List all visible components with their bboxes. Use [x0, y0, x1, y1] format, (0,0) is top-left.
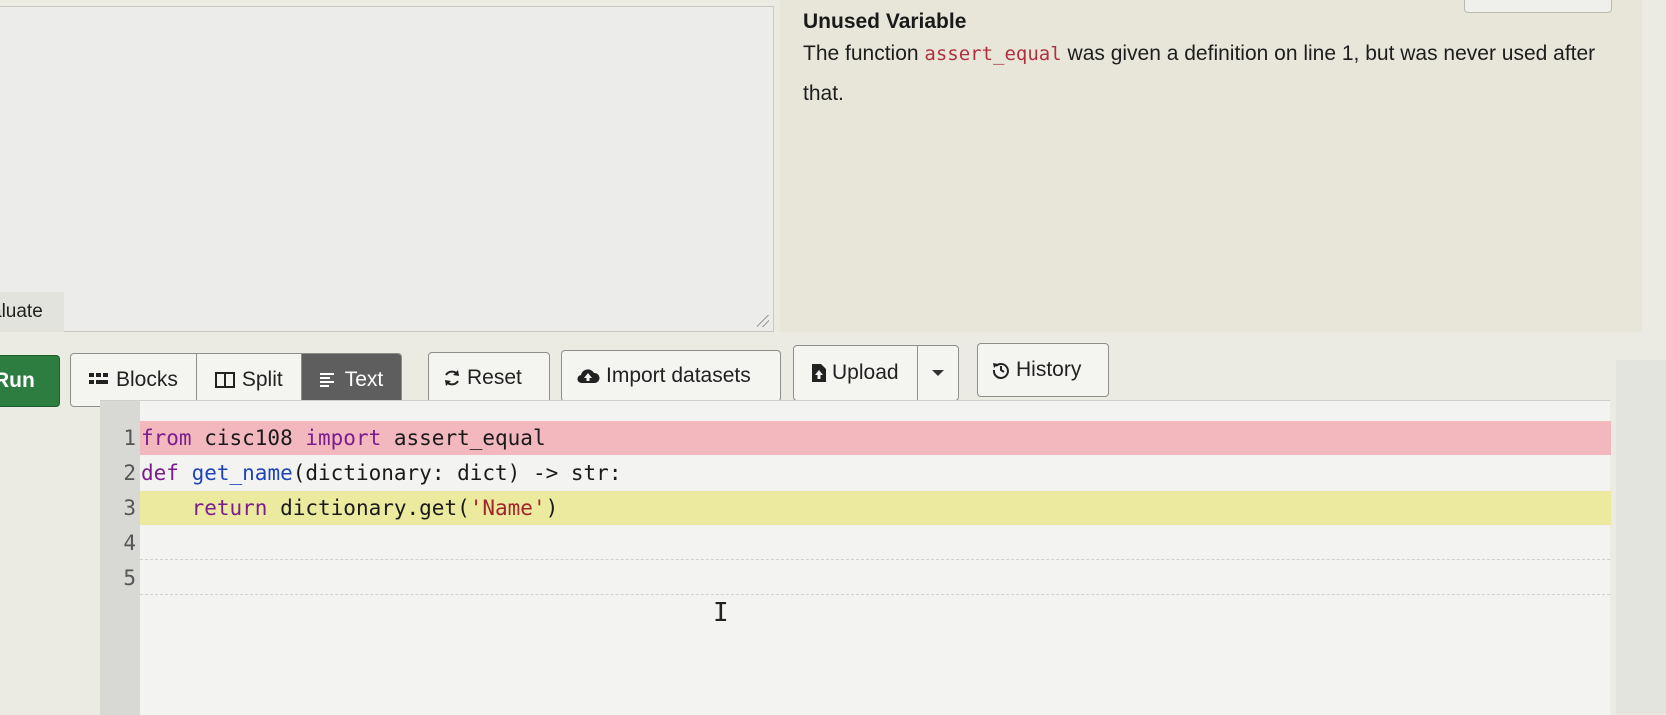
- blocks-mode-button[interactable]: Blocks: [71, 354, 197, 406]
- line-separator: [140, 594, 1610, 595]
- blocks-icon: [89, 372, 109, 388]
- line-code: return dictionary.get('Name'): [140, 491, 1611, 525]
- run-label: Run: [0, 369, 35, 392]
- history-button[interactable]: History: [977, 343, 1109, 397]
- feedback-message: The function assert_equal was given a de…: [803, 34, 1603, 114]
- feedback-top-button[interactable]: [1464, 0, 1612, 13]
- console-output[interactable]: [0, 6, 774, 332]
- feedback-title: Unused Variable: [803, 10, 967, 33]
- upload-button[interactable]: Upload: [794, 346, 917, 400]
- text-mode-button[interactable]: Text: [301, 354, 402, 406]
- line-separator: [140, 559, 1610, 560]
- text-label: Text: [344, 368, 384, 391]
- caret-down-icon: [931, 370, 944, 376]
- import-datasets-label: Import datasets: [606, 364, 751, 387]
- split-label: Split: [241, 368, 283, 391]
- view-mode-toggle: Blocks Split Text: [70, 353, 403, 407]
- code-editor[interactable]: 1 from cisc108 import assert_equal 2 def…: [100, 400, 1611, 715]
- line-number: 3: [123, 496, 136, 520]
- resize-handle[interactable]: [757, 315, 769, 327]
- line-number: 5: [123, 566, 136, 590]
- reset-button[interactable]: Reset: [428, 352, 550, 404]
- line-number: 1: [123, 426, 136, 450]
- evaluate-label: aluate: [0, 301, 43, 322]
- history-label: History: [1016, 358, 1082, 381]
- evaluate-button[interactable]: aluate: [0, 292, 64, 332]
- upload-dropdown-toggle[interactable]: [916, 346, 958, 400]
- cloud-upload-icon: [576, 367, 600, 385]
- feedback-message-before: The function: [803, 42, 925, 65]
- reset-icon: [443, 369, 461, 387]
- code-line[interactable]: 3 return dictionary.get('Name'): [100, 491, 1611, 525]
- feedback-panel: Unused Variable The function assert_equa…: [780, 0, 1642, 332]
- editor-scrollbar[interactable]: [1616, 360, 1666, 714]
- line-code: from cisc108 import assert_equal: [140, 421, 1611, 455]
- blocks-label: Blocks: [116, 368, 178, 391]
- run-button[interactable]: Run: [0, 355, 60, 407]
- split-mode-button[interactable]: Split: [197, 354, 302, 406]
- file-upload-icon: [812, 364, 826, 382]
- text-cursor-icon: I: [713, 598, 729, 628]
- code-line[interactable]: 2 def get_name(dictionary: dict) -> str:: [100, 456, 1610, 490]
- code-line[interactable]: 4: [100, 526, 1610, 560]
- code-line[interactable]: 1 from cisc108 import assert_equal: [100, 421, 1611, 455]
- code-line[interactable]: 5: [100, 561, 1610, 595]
- reset-label: Reset: [467, 366, 522, 389]
- line-number: 2: [123, 461, 136, 485]
- upload-button-group: Upload: [793, 345, 959, 401]
- line-code: def get_name(dictionary: dict) -> str:: [141, 461, 622, 485]
- split-icon: [214, 372, 235, 388]
- line-number: 4: [123, 531, 136, 555]
- text-icon: [319, 372, 338, 388]
- history-icon: [992, 361, 1010, 379]
- upload-label: Upload: [832, 361, 899, 384]
- import-datasets-button[interactable]: Import datasets: [561, 350, 781, 402]
- feedback-message-code: assert_equal: [924, 43, 1062, 65]
